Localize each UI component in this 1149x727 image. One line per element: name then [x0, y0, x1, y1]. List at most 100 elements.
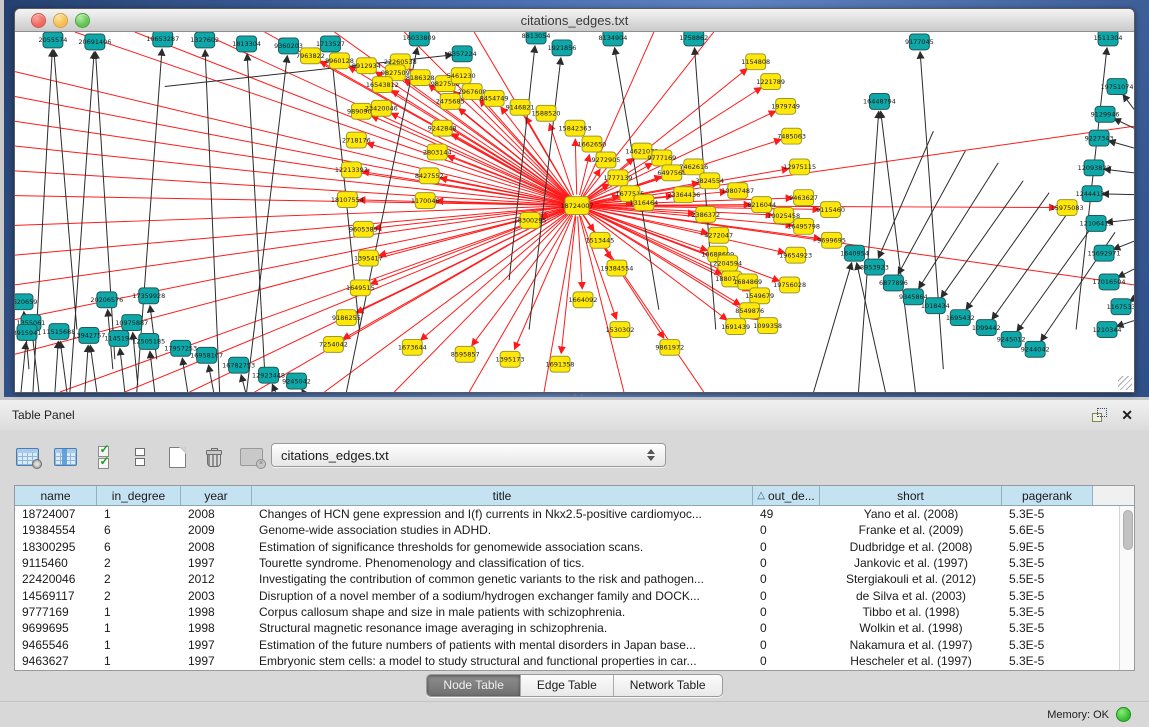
graph-node[interactable]: 8953923 — [860, 259, 889, 275]
graph-node[interactable]: 1921856 — [548, 40, 577, 56]
table-row[interactable]: 977716911998Corpus callosum shape and si… — [15, 604, 1119, 620]
table-cell[interactable]: 1 — [97, 638, 181, 652]
graph-node[interactable]: 1649515 — [346, 280, 375, 296]
graph-node[interactable]: 1695432 — [946, 310, 975, 326]
graph-node[interactable]: 7254042 — [319, 336, 348, 352]
graph-node[interactable]: 8960128 — [325, 53, 354, 69]
graph-node[interactable]: 1664092 — [569, 292, 598, 308]
table-cell[interactable]: 0 — [753, 572, 820, 586]
column-header-name[interactable]: name — [15, 486, 97, 506]
graph-edge[interactable] — [15, 206, 577, 256]
graph-node[interactable]: 1167533 — [1107, 299, 1134, 315]
table-cell[interactable]: 1 — [97, 507, 181, 521]
table-cell[interactable]: 9777169 — [15, 605, 97, 619]
graph-edge[interactable] — [878, 131, 933, 258]
graph-edge[interactable] — [1114, 119, 1134, 129]
table-cell[interactable]: Jankovic et al. (1997) — [820, 556, 1002, 570]
table-cell[interactable]: Corpus callosum shape and size in male p… — [252, 605, 753, 619]
graph-node[interactable]: 20691406 — [78, 34, 111, 50]
graph-node[interactable]: 10653287 — [146, 32, 179, 47]
graph-node[interactable]: 2386372 — [691, 207, 720, 223]
new-table-icon[interactable] — [166, 445, 188, 469]
graph-edge[interactable] — [577, 32, 714, 206]
graph-edge[interactable] — [272, 384, 275, 392]
graph-node[interactable]: 1979749 — [771, 98, 800, 114]
vertical-scrollbar[interactable] — [1119, 506, 1134, 670]
float-panel-icon[interactable] — [1092, 408, 1107, 422]
graph-edge[interactable] — [90, 345, 97, 392]
graph-node[interactable]: 19654923 — [779, 247, 812, 263]
table-cell[interactable]: Stergiakouli et al. (2012) — [820, 572, 1002, 586]
table-cell[interactable]: 2 — [97, 556, 181, 570]
column-header-pagerank[interactable]: pagerank — [1002, 486, 1093, 506]
table-cell[interactable]: 2008 — [181, 540, 252, 554]
graph-edge[interactable] — [1118, 269, 1134, 277]
graph-edge[interactable] — [60, 341, 67, 392]
table-cell[interactable]: 1998 — [181, 605, 252, 619]
graph-node[interactable]: 19751074 — [1101, 79, 1134, 95]
close-panel-icon[interactable]: ✕ — [1121, 408, 1133, 422]
graph-node[interactable]: 9245042 — [282, 373, 311, 389]
table-cell[interactable]: 0 — [753, 621, 820, 635]
graph-node[interactable]: 9463627 — [789, 190, 818, 206]
graph-edge[interactable] — [15, 206, 577, 285]
tab-network-table[interactable]: Network Table — [614, 675, 722, 696]
table-cell[interactable]: 1998 — [181, 621, 252, 635]
network-window[interactable]: citations_edges.txt 18724007205557420691… — [14, 8, 1135, 393]
table-row[interactable]: 969969511998Structural magnetic resonanc… — [15, 620, 1119, 636]
table-settings-icon[interactable] — [16, 445, 39, 469]
graph-node[interactable]: 12093822 — [1078, 160, 1111, 176]
graph-node[interactable]: 9699695 — [817, 232, 846, 248]
graph-edge[interactable] — [205, 50, 220, 392]
graph-node[interactable]: 9272905 — [592, 152, 621, 168]
graph-node[interactable]: 9244042 — [1021, 341, 1050, 357]
graph-node[interactable]: 2803144 — [423, 144, 452, 160]
graph-node[interactable]: 1099442 — [972, 320, 1001, 336]
table-cell[interactable]: 0 — [753, 638, 820, 652]
table-cell[interactable]: Investigating the contribution of common… — [252, 572, 753, 586]
table-cell[interactable]: 2009 — [181, 523, 252, 537]
table-cell[interactable]: 18300295 — [15, 540, 97, 554]
graph-node[interactable]: 8454749 — [480, 91, 509, 107]
table-cell[interactable]: 1997 — [181, 556, 252, 570]
table-cell[interactable]: 1 — [97, 605, 181, 619]
panel-splitter-handle[interactable] — [571, 393, 587, 397]
graph-node[interactable]: 16033809 — [403, 32, 436, 46]
graph-node[interactable]: 1395173 — [496, 351, 525, 367]
table-row[interactable]: 1938455462009Genome-wide association stu… — [15, 522, 1119, 538]
graph-node[interactable]: 1327602 — [190, 32, 219, 48]
table-cell[interactable]: 9699695 — [15, 621, 97, 635]
select-checks-icon[interactable] — [92, 445, 114, 469]
minimize-window-icon[interactable] — [53, 13, 68, 28]
table-cell[interactable]: 9115460 — [15, 556, 97, 570]
table-cell[interactable]: 5.3E-5 — [1002, 589, 1093, 603]
table-cell[interactable]: Embryonic stem cells: a model to study s… — [252, 654, 753, 668]
graph-node[interactable]: 1154808 — [741, 54, 770, 70]
graph-node[interactable]: 1221789 — [756, 74, 785, 90]
graph-node[interactable]: 1513445 — [586, 232, 615, 248]
select-column-icon[interactable] — [54, 445, 77, 469]
graph-edge[interactable] — [55, 341, 58, 392]
graph-node[interactable]: 8134904 — [599, 32, 628, 46]
citation-graph[interactable]: 1872400720555742069140610653287132760218… — [15, 32, 1134, 392]
graph-node[interactable]: 12923448 — [252, 367, 285, 383]
graph-node[interactable]: 9115460 — [816, 202, 845, 218]
table-cell[interactable]: 5.5E-5 — [1002, 572, 1093, 586]
graph-node[interactable]: 8357224 — [448, 46, 477, 62]
graph-node[interactable]: 1395417 — [354, 250, 383, 266]
table-row[interactable]: 1830029562008Estimation of significance … — [15, 539, 1119, 555]
graph-node[interactable]: 3824554 — [695, 173, 724, 189]
table-cell[interactable]: 5.3E-5 — [1002, 621, 1093, 635]
graph-edge[interactable] — [247, 54, 264, 369]
table-cell[interactable]: Changes of HCN gene expression and I(f) … — [252, 507, 753, 521]
graph-edge[interactable] — [920, 52, 943, 369]
graph-node[interactable]: 1530302 — [605, 322, 634, 338]
graph-edge[interactable] — [33, 50, 52, 392]
graph-node[interactable]: 5461230 — [447, 68, 476, 84]
table-cell[interactable]: 5.3E-5 — [1002, 556, 1093, 570]
graph-hub-node[interactable]: 18724007 — [561, 197, 594, 215]
zoom-window-icon[interactable] — [75, 13, 90, 28]
graph-edge[interactable] — [21, 342, 26, 392]
table-cell[interactable]: 0 — [753, 654, 820, 668]
graph-node[interactable]: 4272047 — [704, 227, 733, 243]
